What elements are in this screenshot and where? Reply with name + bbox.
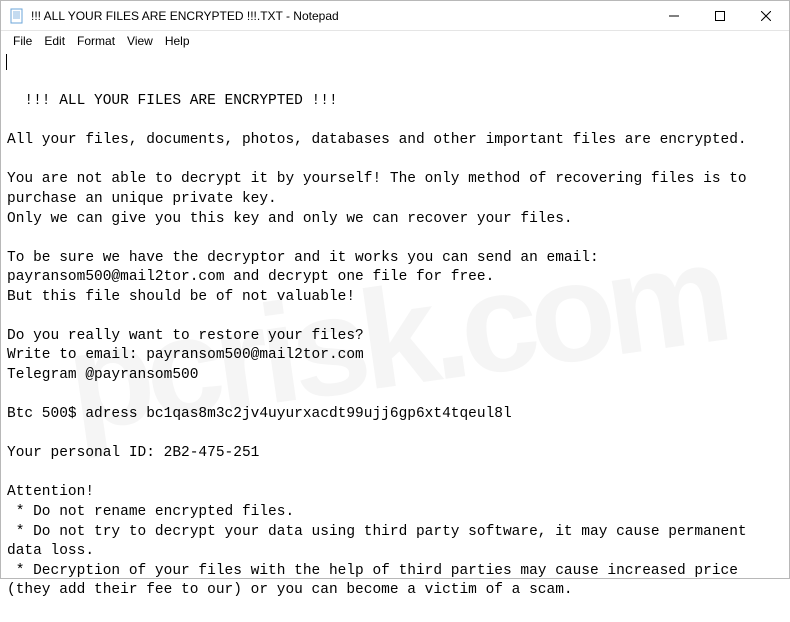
minimize-button[interactable] — [651, 1, 697, 30]
menu-edit[interactable]: Edit — [38, 32, 71, 50]
titlebar: !!! ALL YOUR FILES ARE ENCRYPTED !!!.TXT… — [1, 1, 789, 31]
menu-help[interactable]: Help — [159, 32, 196, 50]
maximize-button[interactable] — [697, 1, 743, 30]
text-cursor — [6, 54, 7, 70]
notepad-icon — [9, 8, 25, 24]
menu-view[interactable]: View — [121, 32, 159, 50]
window-title: !!! ALL YOUR FILES ARE ENCRYPTED !!!.TXT… — [31, 9, 651, 23]
menu-format[interactable]: Format — [71, 32, 121, 50]
close-button[interactable] — [743, 1, 789, 30]
text-area[interactable]: !!! ALL YOUR FILES ARE ENCRYPTED !!! All… — [1, 51, 789, 622]
menu-file[interactable]: File — [7, 32, 38, 50]
window-controls — [651, 1, 789, 30]
menubar: File Edit Format View Help — [1, 31, 789, 51]
text-content: !!! ALL YOUR FILES ARE ENCRYPTED !!! All… — [7, 93, 755, 598]
